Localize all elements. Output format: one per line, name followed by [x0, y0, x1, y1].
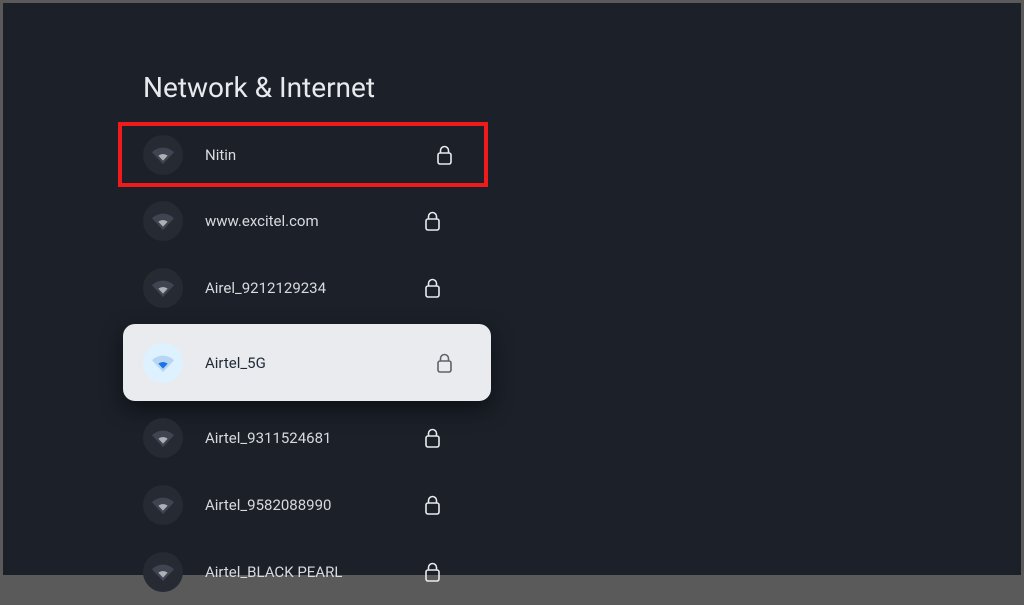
wifi-icon-circle — [143, 418, 183, 458]
lock-icon — [424, 495, 441, 515]
page-title: Network & Internet — [3, 3, 591, 122]
lock-icon-wrap — [424, 495, 441, 515]
wifi-network-list: Nitin www.excitel.com — [3, 122, 591, 605]
lock-icon — [424, 428, 441, 448]
wifi-item-excitel[interactable]: www.excitel.com — [3, 187, 591, 254]
lock-icon — [436, 145, 453, 165]
lock-icon — [424, 278, 441, 298]
wifi-icon — [152, 561, 174, 583]
wifi-name-label: Airtel_9582088990 — [205, 496, 591, 514]
wifi-item-airtel931[interactable]: Airtel_9311524681 — [3, 404, 591, 471]
wifi-icon-circle — [143, 485, 183, 525]
wifi-icon — [152, 144, 174, 166]
lock-icon — [436, 353, 453, 373]
wifi-icon-circle — [143, 135, 183, 175]
wifi-icon-circle — [143, 201, 183, 241]
wifi-item-airtel958[interactable]: Airtel_9582088990 — [3, 471, 591, 538]
wifi-icon-circle — [143, 268, 183, 308]
wifi-name-label: Airtel_9311524681 — [205, 429, 591, 447]
wifi-icon — [152, 494, 174, 516]
lock-icon — [424, 211, 441, 231]
wifi-icon-circle — [143, 343, 183, 383]
lock-icon-wrap — [424, 562, 441, 582]
wifi-item-airel921[interactable]: Airel_9212129234 — [3, 254, 591, 321]
wifi-icon — [152, 427, 174, 449]
lock-icon-wrap — [424, 211, 441, 231]
lock-icon-wrap — [436, 353, 453, 373]
wifi-icon — [152, 210, 174, 232]
lock-icon-wrap — [424, 428, 441, 448]
lock-icon-wrap — [436, 145, 453, 165]
wifi-icon-circle — [143, 552, 183, 592]
wifi-name-label: Airel_9212129234 — [205, 279, 591, 297]
network-settings-panel: Network & Internet Nitin — [3, 3, 591, 575]
wifi-item-nitin[interactable]: Nitin — [118, 122, 488, 187]
wifi-item-blackpearl[interactable]: Airtel_BLACK PEARL — [3, 538, 591, 605]
lock-icon-wrap — [424, 278, 441, 298]
wifi-icon — [152, 277, 174, 299]
wifi-name-label: www.excitel.com — [205, 212, 591, 230]
wifi-icon — [152, 352, 174, 374]
wifi-item-airtel5g[interactable]: Airtel_5G — [123, 324, 491, 401]
lock-icon — [424, 562, 441, 582]
details-panel — [591, 3, 1021, 575]
